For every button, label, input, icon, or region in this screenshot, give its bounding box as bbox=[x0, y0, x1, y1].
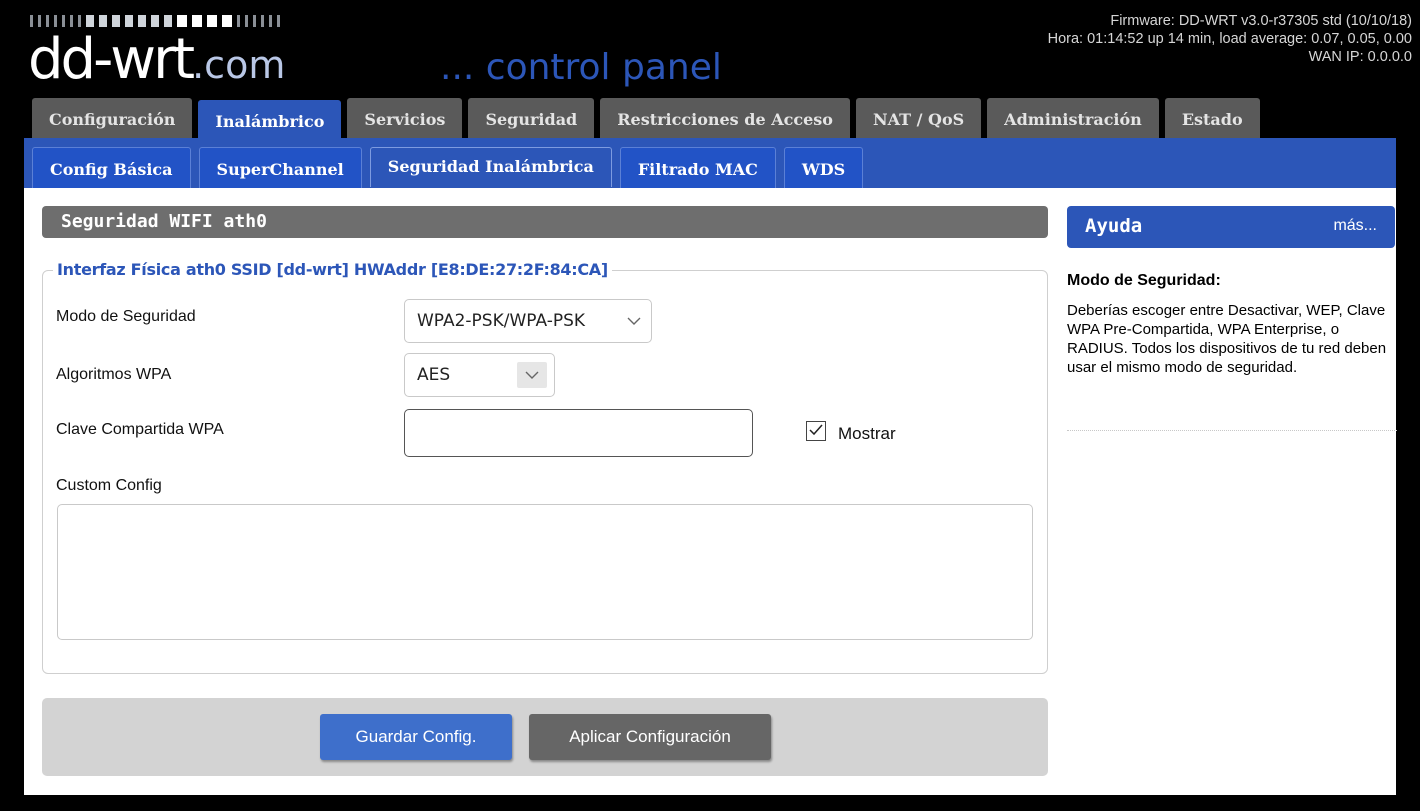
chevron-down-icon bbox=[517, 362, 547, 388]
firmware-info: Firmware: DD-WRT v3.0-r37305 std (10/10/… bbox=[1110, 13, 1412, 29]
header: dd-wrt.com ... control panel Firmware: D… bbox=[0, 0, 1420, 95]
help-divider bbox=[1067, 430, 1397, 431]
tab-nat-qos[interactable]: NAT / QoS bbox=[855, 98, 982, 140]
main-tabs: Configuración Inalámbrico Servicios Segu… bbox=[32, 96, 1260, 144]
apply-settings-button[interactable]: Aplicar Configuración bbox=[529, 714, 771, 760]
logo-bars bbox=[30, 15, 280, 27]
section-title: Seguridad WIFI ath0 bbox=[42, 206, 1048, 238]
wpa-algorithms-value: AES bbox=[417, 365, 451, 385]
sub-tabs: Config Básica SuperChannel Seguridad Ina… bbox=[32, 147, 864, 188]
logo: dd-wrt.com bbox=[28, 30, 285, 95]
shared-key-input[interactable] bbox=[404, 409, 753, 457]
help-title: Ayuda bbox=[1085, 215, 1143, 237]
checkmark-icon bbox=[809, 424, 823, 436]
logo-text: dd-wrt bbox=[28, 27, 195, 92]
wpa-algorithms-label: Algoritmos WPA bbox=[56, 366, 172, 383]
tab-estado[interactable]: Estado bbox=[1164, 98, 1260, 140]
help-text: Deberías escoger entre Desactivar, WEP, … bbox=[1067, 302, 1387, 376]
subtab-seguridad-inalambrica[interactable]: Seguridad Inalámbrica bbox=[369, 147, 612, 187]
subtab-config-basica[interactable]: Config Básica bbox=[32, 147, 191, 188]
interface-fieldset: Interfaz Física ath0 SSID [dd-wrt] HWAdd… bbox=[42, 258, 1048, 674]
show-key-checkbox[interactable] bbox=[806, 421, 826, 441]
tab-servicios[interactable]: Servicios bbox=[347, 98, 463, 140]
subtab-wds[interactable]: WDS bbox=[783, 147, 864, 188]
tab-administracion[interactable]: Administración bbox=[987, 98, 1159, 140]
tab-seguridad[interactable]: Seguridad bbox=[468, 98, 595, 140]
tab-restricciones-de-acceso[interactable]: Restricciones de Acceso bbox=[600, 98, 850, 140]
shared-key-label: Clave Compartida WPA bbox=[56, 421, 224, 438]
subtab-filtrado-mac[interactable]: Filtrado MAC bbox=[619, 147, 776, 188]
wan-ip-info: WAN IP: 0.0.0.0 bbox=[1308, 49, 1412, 65]
custom-config-label: Custom Config bbox=[56, 477, 162, 494]
interface-legend: Interfaz Física ath0 SSID [dd-wrt] HWAdd… bbox=[53, 258, 612, 282]
save-settings-button[interactable]: Guardar Config. bbox=[320, 714, 512, 760]
chevron-down-icon bbox=[627, 314, 641, 328]
security-mode-label: Modo de Seguridad bbox=[56, 308, 196, 325]
logo-suffix: .com bbox=[192, 43, 286, 87]
action-bar: Guardar Config. Aplicar Configuración bbox=[42, 698, 1048, 776]
control-panel-subtitle: ... control panel bbox=[440, 47, 722, 88]
help-more-link[interactable]: más... bbox=[1333, 206, 1377, 246]
show-key-label: Mostrar bbox=[838, 424, 896, 443]
security-mode-select[interactable]: WPA2-PSK/WPA-PSK bbox=[404, 299, 652, 343]
system-info: Firmware: DD-WRT v3.0-r37305 std (10/10/… bbox=[1048, 12, 1412, 66]
security-mode-value: WPA2-PSK/WPA-PSK bbox=[417, 311, 586, 331]
help-heading: Modo de Seguridad: bbox=[1067, 272, 1221, 289]
help-header: Ayuda más... bbox=[1067, 206, 1395, 248]
content-panel: Seguridad WIFI ath0 Interfaz Física ath0… bbox=[24, 188, 1397, 795]
tab-configuracion[interactable]: Configuración bbox=[32, 98, 193, 140]
custom-config-textarea[interactable] bbox=[57, 504, 1033, 640]
subtab-superchannel[interactable]: SuperChannel bbox=[198, 147, 362, 188]
wpa-algorithms-select[interactable]: AES bbox=[404, 353, 555, 397]
uptime-info: Hora: 01:14:52 up 14 min, load average: … bbox=[1047, 31, 1412, 47]
